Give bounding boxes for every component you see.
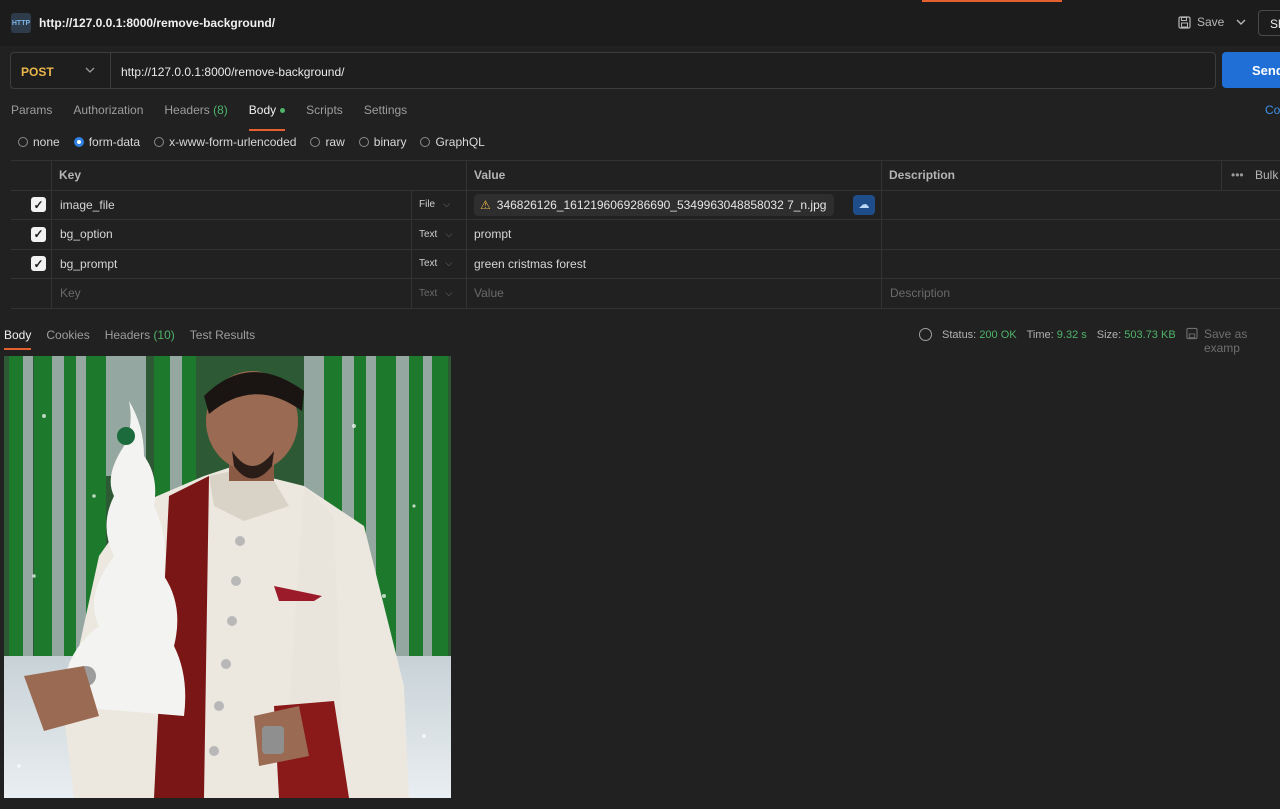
active-tab-indicator xyxy=(922,0,1062,2)
radio-graphql[interactable]: GraphQL xyxy=(420,135,485,149)
http-request-icon: HTTP xyxy=(11,13,31,33)
cloud-upload-icon[interactable]: ☁ xyxy=(853,194,875,215)
tab-authorization[interactable]: Authorization xyxy=(73,103,143,123)
save-label: Save xyxy=(1197,15,1225,29)
type-select[interactable]: File ⌵ xyxy=(419,191,450,220)
radio-form-data[interactable]: form-data xyxy=(73,135,140,149)
save-icon xyxy=(1178,15,1191,29)
response-tabs: Body Cookies Headers (10) Test Results xyxy=(4,328,270,350)
key-field[interactable]: image_file xyxy=(60,191,115,220)
value-field[interactable]: green cristmas forest xyxy=(474,250,586,279)
value-field[interactable]: prompt xyxy=(474,220,511,249)
status-value[interactable]: 200 OK xyxy=(979,329,1016,341)
radio-binary[interactable]: binary xyxy=(358,135,406,149)
request-title[interactable]: http://127.0.0.1:8000/remove-background/ xyxy=(39,16,275,30)
save-button[interactable]: Save xyxy=(1178,15,1224,29)
share-button[interactable]: Sh xyxy=(1258,10,1280,36)
key-column-header: Key xyxy=(59,168,82,183)
url-input[interactable]: http://127.0.0.1:8000/remove-background/ xyxy=(121,65,344,79)
more-options-icon[interactable]: ••• xyxy=(1231,161,1244,190)
radio-none[interactable]: none xyxy=(18,135,60,149)
tab-test-results[interactable]: Test Results xyxy=(190,328,255,342)
bulk-edit-button[interactable]: Bulk xyxy=(1255,161,1278,190)
table-row-empty: Key Text ⌵ Value Description xyxy=(11,279,1280,309)
table-row: ✓ bg_prompt Text ⌵ green cristmas forest xyxy=(11,249,1280,279)
row-checkbox[interactable]: ✓ xyxy=(31,226,46,242)
url-bar: POST http://127.0.0.1:8000/remove-backgr… xyxy=(10,52,1216,89)
divider xyxy=(110,53,111,88)
form-data-table: Key Value Description ••• Bulk ✓ image_f… xyxy=(11,160,1280,309)
save-options-chevron-icon[interactable] xyxy=(1236,14,1246,33)
request-tabs: Params Authorization Headers (8) Body Sc… xyxy=(11,103,428,131)
time-value[interactable]: 9.32 s xyxy=(1057,329,1087,341)
response-image-preview xyxy=(4,356,451,798)
key-field[interactable]: bg_option xyxy=(60,220,113,249)
tab-response-body[interactable]: Body xyxy=(4,328,32,350)
code-link[interactable]: Co xyxy=(1265,103,1280,117)
warning-icon: ⚠ xyxy=(480,197,491,212)
table-row: ✓ image_file File ⌵ ⚠ 346826126_161219606… xyxy=(11,190,1280,220)
body-type-selector: none form-data x-www-form-urlencoded raw… xyxy=(18,135,485,149)
type-select[interactable]: Text ⌵ xyxy=(419,250,452,279)
tab-scripts[interactable]: Scripts xyxy=(306,103,343,123)
value-placeholder[interactable]: Value xyxy=(474,279,504,308)
method-select[interactable]: POST xyxy=(21,65,54,79)
value-column-header: Value xyxy=(474,168,506,183)
tab-headers[interactable]: Headers (8) xyxy=(164,103,227,123)
chevron-down-icon[interactable] xyxy=(85,63,95,80)
size-value[interactable]: 503.73 KB xyxy=(1124,329,1175,341)
send-button[interactable]: Send xyxy=(1222,52,1280,88)
row-checkbox[interactable]: ✓ xyxy=(31,197,46,213)
body-indicator-dot xyxy=(280,108,286,114)
file-chip[interactable]: ⚠ 346826126_1612196069286690_53499630488… xyxy=(474,193,835,216)
tab-body[interactable]: Body xyxy=(248,103,286,131)
type-select[interactable]: Text ⌵ xyxy=(419,220,452,249)
row-checkbox[interactable]: ✓ xyxy=(31,256,46,272)
type-select[interactable]: Text ⌵ xyxy=(419,279,452,308)
save-as-example-button[interactable]: Save as examp xyxy=(1186,327,1280,355)
radio-urlencoded[interactable]: x-www-form-urlencoded xyxy=(154,135,296,149)
radio-raw[interactable]: raw xyxy=(310,135,345,149)
key-placeholder[interactable]: Key xyxy=(60,279,81,308)
description-column-header: Description xyxy=(889,168,956,183)
tab-params[interactable]: Params xyxy=(11,103,52,123)
save-icon xyxy=(1186,327,1198,340)
key-field[interactable]: bg_prompt xyxy=(60,250,117,279)
file-name: 346826126_1612196069286690_5349963048858… xyxy=(496,197,827,212)
headers-count: (8) xyxy=(213,103,228,117)
response-status-bar: Status: 200 OK Time: 9.32 s Size: 503.73… xyxy=(919,328,1176,341)
table-row: ✓ bg_option Text ⌵ prompt xyxy=(11,220,1280,250)
table-header-row: Key Value Description ••• Bulk xyxy=(11,161,1280,191)
title-bar: HTTP http://127.0.0.1:8000/remove-backgr… xyxy=(0,0,1280,46)
globe-icon[interactable] xyxy=(919,328,932,341)
tab-settings[interactable]: Settings xyxy=(364,103,407,123)
description-placeholder[interactable]: Description xyxy=(890,279,950,308)
tab-cookies[interactable]: Cookies xyxy=(46,328,89,342)
tab-response-headers[interactable]: Headers (10) xyxy=(105,328,175,342)
